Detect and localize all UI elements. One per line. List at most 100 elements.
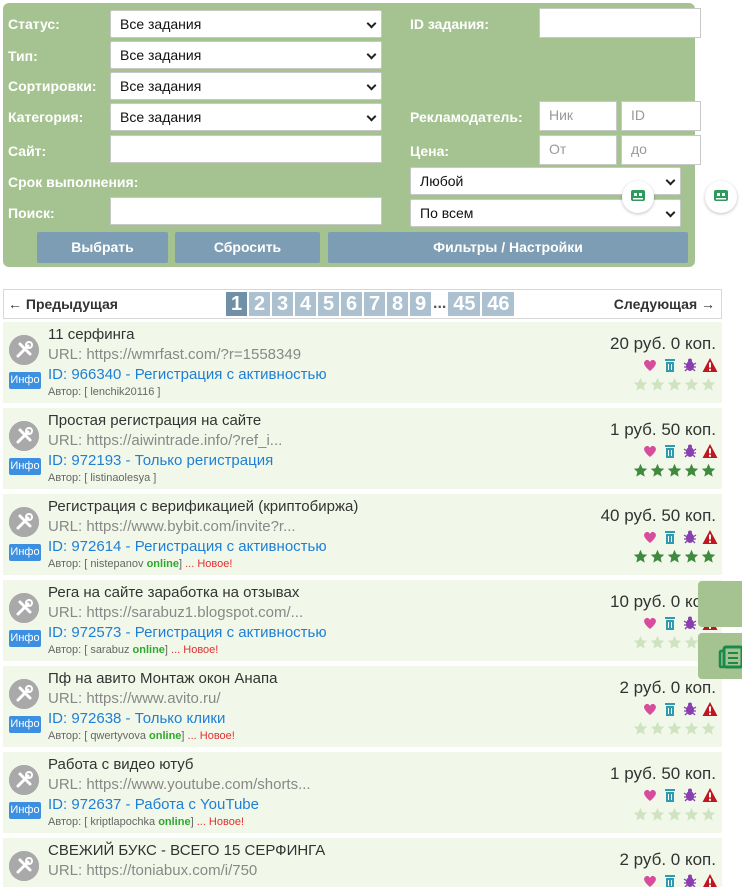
- category-select[interactable]: Все задания: [110, 103, 382, 131]
- warning-icon[interactable]: [702, 443, 718, 459]
- warning-icon[interactable]: [702, 357, 718, 373]
- task-rating: [633, 463, 716, 483]
- bug-icon[interactable]: [682, 787, 698, 803]
- page-1[interactable]: 1: [226, 292, 247, 316]
- category-select-value: Все задания: [120, 109, 202, 125]
- price-to-placeholder: до: [631, 141, 647, 157]
- star-icon: [701, 377, 716, 397]
- trash-icon[interactable]: [662, 615, 678, 631]
- page-7[interactable]: 7: [364, 292, 385, 316]
- tools-icon: [9, 851, 39, 881]
- heart-icon[interactable]: [642, 357, 658, 373]
- task-url: URL: https://sarabuz1.blogspot.com/...: [48, 604, 304, 621]
- reset-button[interactable]: Сбросить: [175, 232, 320, 263]
- author-name[interactable]: Автор: [ sarabuz: [48, 644, 133, 656]
- bug-icon[interactable]: [682, 873, 698, 887]
- status-select[interactable]: Все задания: [110, 10, 382, 38]
- heart-icon[interactable]: [642, 443, 658, 459]
- trash-icon[interactable]: [662, 787, 678, 803]
- task-id-link[interactable]: ID: 966340 - Регистрация с активностью: [48, 366, 327, 383]
- warning-icon[interactable]: [702, 787, 718, 803]
- trash-icon[interactable]: [662, 357, 678, 373]
- search-input[interactable]: [110, 197, 382, 225]
- info-button[interactable]: Инфо: [9, 372, 41, 389]
- select-button[interactable]: Выбрать: [37, 232, 168, 263]
- bug-icon[interactable]: [682, 615, 698, 631]
- page-9[interactable]: 9: [410, 292, 431, 316]
- task-title: Рега на сайте заработка на отзывах: [48, 584, 300, 601]
- heart-icon[interactable]: [642, 529, 658, 545]
- warning-icon[interactable]: [702, 529, 718, 545]
- price-to-input[interactable]: до: [621, 135, 701, 165]
- page-6[interactable]: 6: [341, 292, 362, 316]
- heart-icon[interactable]: [642, 787, 658, 803]
- task-author: Автор: [ listinaolesya ]: [48, 472, 156, 484]
- star-icon: [633, 463, 648, 483]
- author-name[interactable]: Автор: [ listinaolesya: [48, 472, 153, 484]
- side-panel-tab[interactable]: [698, 581, 742, 627]
- heart-icon[interactable]: [642, 873, 658, 887]
- info-button[interactable]: Инфо: [9, 544, 41, 561]
- trash-icon[interactable]: [662, 873, 678, 887]
- advertiser-nick-input[interactable]: Ник: [539, 101, 617, 131]
- task-url: URL: https://toniabux.com/i/750: [48, 862, 258, 879]
- bug-icon[interactable]: [682, 529, 698, 545]
- prev-page-link[interactable]: ← Предыдущая: [8, 296, 118, 312]
- robot-icon: [714, 190, 728, 201]
- task-row: Инфо Простая регистрация на сайте URL: htt…: [3, 408, 722, 490]
- page-8[interactable]: 8: [387, 292, 408, 316]
- author-name[interactable]: Автор: [ kriptlapochka: [48, 816, 158, 828]
- page-46[interactable]: 46: [482, 292, 515, 316]
- sort-select[interactable]: Все задания: [110, 72, 382, 100]
- task-rating: [633, 721, 716, 741]
- heart-icon[interactable]: [642, 701, 658, 717]
- star-icon: [667, 463, 682, 483]
- page-45[interactable]: 45: [448, 292, 481, 316]
- task-id-input[interactable]: [539, 8, 701, 38]
- chat-bubble-button[interactable]: [622, 181, 654, 213]
- page-4[interactable]: 4: [295, 292, 316, 316]
- page-2[interactable]: 2: [249, 292, 270, 316]
- pagination: ← Предыдущая 1 2 3 4 5 6 7 8 9 ... 45 46…: [3, 289, 722, 319]
- author-name[interactable]: Автор: [ qwertyvova: [48, 730, 149, 742]
- chat-bubble-button-2[interactable]: [705, 181, 737, 213]
- next-page-link[interactable]: Следующая →: [614, 296, 715, 312]
- filters-settings-button[interactable]: Фильтры / Настройки: [328, 232, 688, 263]
- new-badge: ... Новое!: [187, 730, 235, 742]
- author-name[interactable]: Автор: [ lenchik20116: [48, 386, 157, 398]
- chevron-down-icon: [366, 111, 377, 122]
- task-id-link[interactable]: ID: 972193 - Только регистрация: [48, 452, 273, 469]
- tools-icon: [9, 507, 39, 537]
- site-input[interactable]: [110, 135, 382, 163]
- page-3[interactable]: 3: [272, 292, 293, 316]
- info-button[interactable]: Инфо: [9, 716, 41, 733]
- task-id-link[interactable]: ID: 972637 - Работа с YouTube: [48, 796, 259, 813]
- trash-icon[interactable]: [662, 529, 678, 545]
- info-button[interactable]: Инфо: [9, 630, 41, 647]
- warning-icon[interactable]: [702, 873, 718, 887]
- bug-icon[interactable]: [682, 701, 698, 717]
- author-name[interactable]: Автор: [ nistepanov: [48, 558, 147, 570]
- type-select[interactable]: Все задания: [110, 41, 382, 69]
- advertiser-id-input[interactable]: ID: [621, 101, 701, 131]
- trash-icon[interactable]: [662, 701, 678, 717]
- chevron-down-icon: [366, 49, 377, 60]
- filter-panel: Статус: Все задания Тип: Все задания Сор…: [3, 3, 701, 267]
- info-button[interactable]: Инфо: [9, 458, 41, 475]
- trash-icon[interactable]: [662, 443, 678, 459]
- star-icon: [701, 807, 716, 827]
- task-id-link[interactable]: ID: 972614 - Регистрация с активностью: [48, 538, 327, 555]
- bug-icon[interactable]: [682, 443, 698, 459]
- info-button[interactable]: Инфо: [9, 802, 41, 819]
- page-5[interactable]: 5: [318, 292, 339, 316]
- price-from-input[interactable]: От: [539, 135, 617, 165]
- heart-icon[interactable]: [642, 615, 658, 631]
- warning-icon[interactable]: [702, 701, 718, 717]
- tools-icon: [9, 765, 39, 795]
- deadline-label: Срок выполнения:: [8, 174, 139, 190]
- task-id-link[interactable]: ID: 972638 - Только клики: [48, 710, 225, 727]
- category-label: Категория:: [8, 109, 84, 125]
- task-id-link[interactable]: ID: 972573 - Регистрация с активностью: [48, 624, 327, 641]
- bug-icon[interactable]: [682, 357, 698, 373]
- side-news-tab[interactable]: [698, 633, 742, 679]
